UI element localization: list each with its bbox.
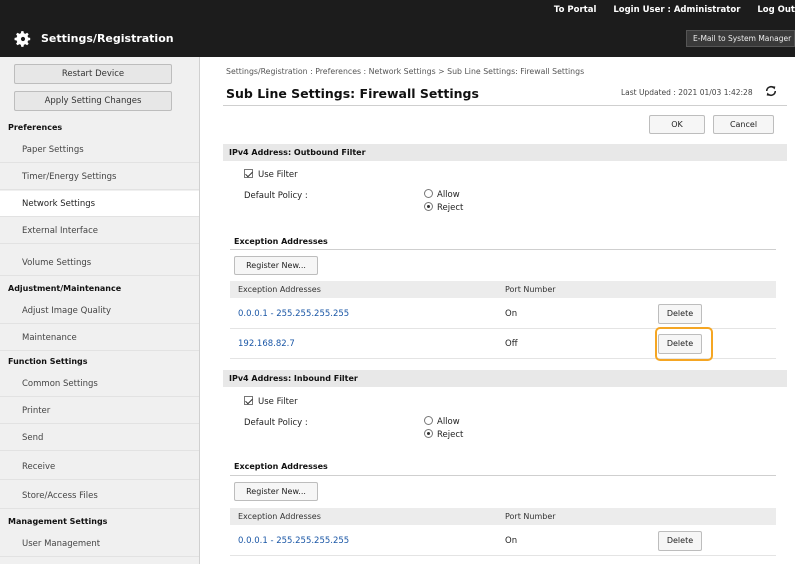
login-user-text: Login User : Administrator [613, 5, 741, 15]
outbound-register-new-button[interactable]: Register New... [234, 256, 318, 275]
restart-device-button[interactable]: Restart Device [14, 64, 172, 84]
outbound-reject-radio[interactable]: Reject [424, 202, 463, 213]
inbound-default-policy-label: Default Policy : [244, 418, 308, 428]
checkbox-checked-icon [244, 396, 253, 405]
inbound-reject-label: Reject [437, 430, 464, 440]
refresh-icon[interactable] [764, 85, 778, 97]
col-port-number: Port Number [505, 512, 556, 521]
outbound-allow-label: Allow [437, 190, 460, 200]
port-number-value: On [505, 536, 518, 546]
last-updated-text: Last Updated : 2021 01/03 1:42:28 [621, 88, 753, 97]
exception-address-link[interactable]: 192.168.82.7 [238, 329, 295, 359]
apply-setting-changes-button[interactable]: Apply Setting Changes [14, 91, 172, 111]
radio-unselected-icon [424, 416, 433, 425]
sidebar-heading-function-settings: Function Settings [8, 357, 88, 366]
radio-selected-icon [424, 202, 433, 211]
title-divider [223, 105, 787, 106]
outbound-allow-radio[interactable]: Allow [424, 189, 460, 200]
inbound-register-new-button[interactable]: Register New... [234, 482, 318, 501]
table-row: 0.0.0.1 - 255.255.255.255 On Delete [230, 526, 776, 556]
col-port-number: Port Number [505, 285, 556, 294]
top-links: To Portal Login User : Administrator Log… [540, 5, 795, 15]
sidebar-item-receive[interactable]: Receive [0, 454, 199, 480]
sidebar-item-external-interface[interactable]: External Interface [0, 218, 199, 244]
inbound-table-header: Exception Addresses Port Number [230, 508, 776, 525]
sidebar-item-maintenance[interactable]: Maintenance [0, 325, 199, 351]
sidebar-item-timer-energy-settings[interactable]: Timer/Energy Settings [0, 164, 199, 190]
delete-button[interactable]: Delete [658, 304, 702, 324]
sidebar-item-volume-settings[interactable]: Volume Settings [0, 250, 199, 276]
inbound-exception-heading: Exception Addresses [234, 462, 328, 471]
sidebar-item-send[interactable]: Send [0, 425, 199, 451]
sidebar-item-printer[interactable]: Printer [0, 398, 199, 424]
sidebar-item-network-settings[interactable]: Network Settings [0, 191, 199, 217]
ok-button[interactable]: OK [649, 115, 705, 134]
table-row: 0.0.0.1 - 255.255.255.255 On Delete [230, 299, 776, 329]
port-number-value: Off [505, 339, 518, 349]
radio-selected-icon [424, 429, 433, 438]
col-exception-addresses: Exception Addresses [238, 285, 321, 294]
sidebar-heading-management-settings: Management Settings [8, 517, 108, 526]
exception-address-link[interactable]: 0.0.0.1 - 255.255.255.255 [238, 299, 349, 329]
outbound-filter-heading: IPv4 Address: Outbound Filter [223, 144, 787, 161]
breadcrumb: Settings/Registration : Preferences : Ne… [226, 67, 585, 76]
outbound-exception-divider [230, 249, 776, 250]
sidebar-heading-preferences: Preferences [8, 123, 63, 132]
sidebar-item-paper-settings[interactable]: Paper Settings [0, 137, 199, 163]
inbound-use-filter-checkbox[interactable]: Use Filter [244, 396, 298, 407]
outbound-use-filter-checkbox[interactable]: Use Filter [244, 169, 298, 180]
col-exception-addresses: Exception Addresses [238, 512, 321, 521]
cancel-button[interactable]: Cancel [713, 115, 774, 134]
gear-icon [14, 31, 31, 47]
outbound-reject-label: Reject [437, 203, 464, 213]
outbound-use-filter-label: Use Filter [258, 170, 298, 180]
sidebar-item-common-settings[interactable]: Common Settings [0, 371, 199, 397]
top-bar: To Portal Login User : Administrator Log… [0, 0, 795, 57]
port-number-value: On [505, 309, 518, 319]
inbound-allow-label: Allow [437, 417, 460, 427]
inbound-use-filter-label: Use Filter [258, 397, 298, 407]
email-system-manager-button[interactable]: E-Mail to System Manager [686, 30, 795, 47]
inbound-filter-heading: IPv4 Address: Inbound Filter [223, 370, 787, 387]
inbound-allow-radio[interactable]: Allow [424, 416, 460, 427]
sidebar-item-store-access-files[interactable]: Store/Access Files [0, 483, 199, 509]
exception-address-link[interactable]: 0.0.0.1 - 255.255.255.255 [238, 526, 349, 556]
outbound-default-policy-label: Default Policy : [244, 191, 308, 201]
app-title: Settings/Registration [41, 32, 174, 45]
outbound-exception-heading: Exception Addresses [234, 237, 328, 246]
sidebar-item-adjust-image-quality[interactable]: Adjust Image Quality [0, 298, 199, 324]
page-title: Sub Line Settings: Firewall Settings [226, 86, 479, 101]
inbound-reject-radio[interactable]: Reject [424, 429, 463, 440]
outbound-table-header: Exception Addresses Port Number [230, 281, 776, 298]
checkbox-checked-icon [244, 169, 253, 178]
delete-button-highlight [655, 327, 713, 361]
main-panel: Settings/Registration : Preferences : Ne… [200, 57, 795, 564]
delete-button[interactable]: Delete [658, 531, 702, 551]
sidebar: Restart Device Apply Setting Changes Pre… [0, 57, 200, 564]
to-portal-link[interactable]: To Portal [554, 5, 596, 15]
sidebar-item-user-management[interactable]: User Management [0, 531, 199, 557]
sidebar-heading-adjustment-maintenance: Adjustment/Maintenance [8, 284, 122, 293]
radio-unselected-icon [424, 189, 433, 198]
log-out-link[interactable]: Log Out [757, 5, 795, 15]
inbound-exception-divider [230, 475, 776, 476]
